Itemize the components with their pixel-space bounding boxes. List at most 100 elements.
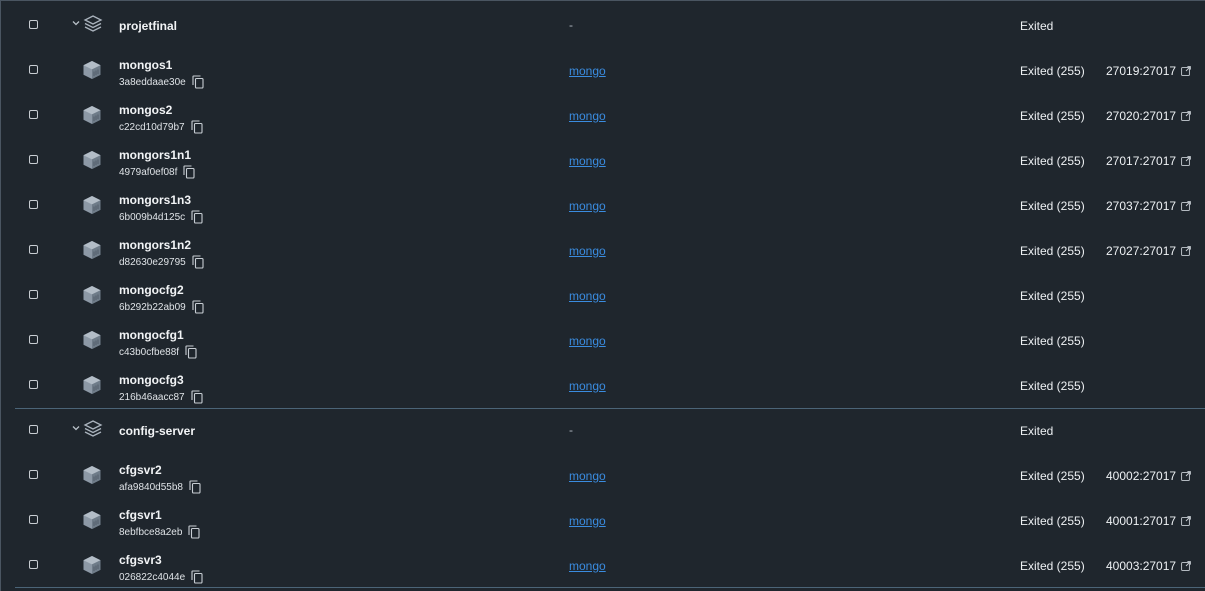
image-link[interactable]: mongo [569,559,606,573]
row-checkbox[interactable] [29,380,38,389]
container-id: 8ebfbce8a2eb [119,525,200,539]
external-link-icon[interactable] [1181,111,1191,121]
row-checkbox[interactable] [29,290,38,299]
copy-icon[interactable] [183,165,195,179]
group-name[interactable]: config-server [119,424,195,438]
group-name[interactable]: projetfinal [119,19,177,33]
port-link[interactable]: 27017:27017 [1106,154,1191,168]
port-text[interactable]: 40001:27017 [1106,514,1176,528]
external-link-icon[interactable] [1181,471,1191,481]
container-name[interactable]: mongocfg2 [119,283,184,297]
external-link-icon[interactable] [1181,66,1191,76]
port-link[interactable]: 27027:27017 [1106,244,1191,258]
copy-icon[interactable] [188,525,200,539]
container-row-mongors1n3[interactable]: mongors1n3 6b009b4d125c mongo Exited (25… [1,183,1205,228]
row-checkbox[interactable] [29,470,38,479]
container-row-cfgsvr3[interactable]: cfgsvr3 026822c4044e mongo Exited (255) … [1,543,1205,588]
copy-icon[interactable] [192,300,204,314]
port-link[interactable]: 40003:27017 [1106,559,1191,573]
row-checkbox[interactable] [29,110,38,119]
external-link-icon[interactable] [1181,156,1191,166]
port-text[interactable]: 27027:27017 [1106,244,1176,258]
image-link[interactable]: mongo [569,244,606,258]
port-link[interactable]: 27019:27017 [1106,64,1191,78]
external-link-icon[interactable] [1181,246,1191,256]
row-checkbox[interactable] [29,335,38,344]
row-checkbox[interactable] [29,560,38,569]
container-name[interactable]: mongors1n2 [119,238,191,252]
image-link[interactable]: mongo [569,469,606,483]
port-text[interactable]: 40002:27017 [1106,469,1176,483]
image-link[interactable]: mongo [569,199,606,213]
port-link[interactable]: 40001:27017 [1106,514,1191,528]
port-link[interactable]: 27020:27017 [1106,109,1191,123]
group-image-placeholder: - [569,18,573,32]
image-link[interactable]: mongo [569,109,606,123]
container-id-text: 216b46aacc87 [119,391,185,403]
container-id: 6b009b4d125c [119,210,203,224]
image-link[interactable]: mongo [569,64,606,78]
container-row-cfgsvr2[interactable]: cfgsvr2 afa9840d55b8 mongo Exited (255) … [1,453,1205,498]
external-link-icon[interactable] [1181,201,1191,211]
copy-icon[interactable] [191,120,203,134]
row-checkbox[interactable] [29,200,38,209]
container-row-mongors1n1[interactable]: mongors1n1 4979af0ef08f mongo Exited (25… [1,138,1205,183]
container-name[interactable]: mongors1n1 [119,148,191,162]
image-link[interactable]: mongo [569,289,606,303]
container-id: 6b292b22ab09 [119,300,204,314]
container-name[interactable]: mongos2 [119,103,172,117]
port-text[interactable]: 27019:27017 [1106,64,1176,78]
container-name[interactable]: cfgsvr2 [119,463,162,477]
container-status: Exited (255) [1020,199,1085,213]
container-cube-icon [81,194,103,216]
copy-icon[interactable] [185,345,197,359]
port-link[interactable]: 40002:27017 [1106,469,1191,483]
port-text[interactable]: 27037:27017 [1106,199,1176,213]
external-link-icon[interactable] [1181,516,1191,526]
copy-icon[interactable] [192,75,204,89]
container-row-mongors1n2[interactable]: mongors1n2 d82630e29795 mongo Exited (25… [1,228,1205,273]
port-text[interactable]: 40003:27017 [1106,559,1176,573]
group-row-config-server[interactable]: config-server - Exited [1,408,1205,453]
container-name[interactable]: cfgsvr1 [119,508,162,522]
copy-icon[interactable] [191,210,203,224]
container-row-cfgsvr1[interactable]: cfgsvr1 8ebfbce8a2eb mongo Exited (255) … [1,498,1205,543]
row-checkbox[interactable] [29,245,38,254]
row-checkbox[interactable] [29,425,38,434]
container-id-text: 4979af0ef08f [119,166,178,178]
container-cube-icon [81,59,103,81]
copy-icon[interactable] [192,255,204,269]
container-name[interactable]: mongos1 [119,58,172,72]
image-link[interactable]: mongo [569,379,606,393]
chevron-down-icon[interactable] [70,17,82,29]
image-link[interactable]: mongo [569,334,606,348]
image-link[interactable]: mongo [569,514,606,528]
container-row-mongocfg2[interactable]: mongocfg2 6b292b22ab09 mongo Exited (255… [1,273,1205,318]
group-row-projetfinal[interactable]: projetfinal - Exited [1,3,1205,48]
chevron-down-icon[interactable] [70,422,82,434]
container-name[interactable]: mongors1n3 [119,193,191,207]
copy-icon[interactable] [191,570,203,584]
container-name[interactable]: mongocfg3 [119,373,184,387]
copy-icon[interactable] [191,390,203,404]
image-link[interactable]: mongo [569,154,606,168]
row-checkbox[interactable] [29,65,38,74]
container-id: afa9840d55b8 [119,480,201,494]
external-link-icon[interactable] [1181,561,1191,571]
container-row-mongocfg1[interactable]: mongocfg1 c43b0cfbe88f mongo Exited (255… [1,318,1205,363]
bottom-divider [15,587,1205,588]
container-name[interactable]: cfgsvr3 [119,553,162,567]
row-checkbox[interactable] [29,20,38,29]
container-row-mongos2[interactable]: mongos2 c22cd10d79b7 mongo Exited (255) … [1,93,1205,138]
container-id-text: 6b292b22ab09 [119,301,186,313]
container-name[interactable]: mongocfg1 [119,328,184,342]
container-id: c22cd10d79b7 [119,120,203,134]
container-row-mongos1[interactable]: mongos1 3a8eddaae30e mongo Exited (255) … [1,48,1205,93]
row-checkbox[interactable] [29,515,38,524]
port-text[interactable]: 27020:27017 [1106,109,1176,123]
row-checkbox[interactable] [29,155,38,164]
port-link[interactable]: 27037:27017 [1106,199,1191,213]
container-row-mongocfg3[interactable]: mongocfg3 216b46aacc87 mongo Exited (255… [1,363,1205,408]
port-text[interactable]: 27017:27017 [1106,154,1176,168]
copy-icon[interactable] [189,480,201,494]
